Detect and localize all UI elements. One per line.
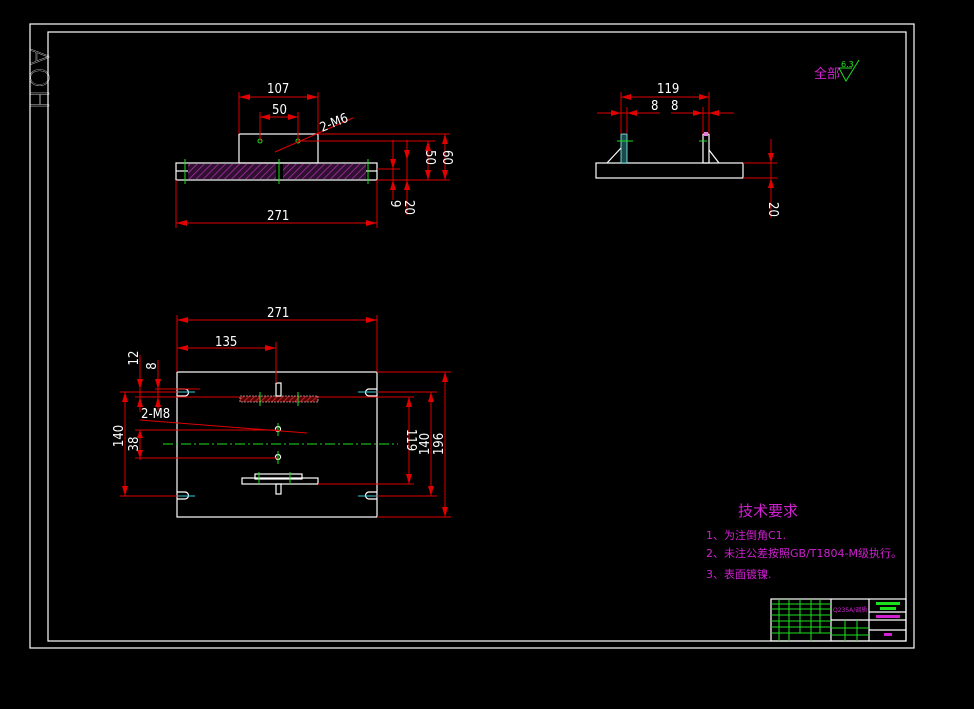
dim-271: 271 (267, 209, 289, 224)
roughness-prefix: 全部 (814, 66, 840, 82)
side-label: AOH (23, 48, 53, 111)
plan-view: 271 135 140 12 8 2-M8 38 119 140 196 (112, 306, 451, 518)
dim-8-left: 8 (651, 99, 658, 114)
dim-107: 107 (267, 82, 289, 97)
plan-dim-196: 196 (432, 433, 447, 455)
material: Q235A/调质 (833, 606, 867, 614)
dim-8-right: 8 (671, 99, 678, 114)
dim-20: 20 (401, 200, 416, 215)
plan-dim-140-right: 140 (418, 433, 433, 455)
tech-req-item: 1、为注倒角C1. (706, 528, 786, 542)
tech-req-item: 3、表面镀镍. (706, 567, 772, 581)
plan-dim-38: 38 (127, 437, 142, 452)
dim-50: 50 (272, 103, 287, 118)
plan-dim-135: 135 (215, 335, 237, 350)
cad-drawing: AOH 107 50 2-M6 9 20 50 60 271 119 8 8 2… (23, 23, 915, 649)
dim-20-side: 20 (765, 202, 780, 217)
plan-dim-12: 12 (127, 351, 142, 366)
thread-m8: 2-M8 (141, 407, 170, 422)
tech-req-item: 2、未注公差按照GB/T1804-M级执行。 (706, 546, 902, 560)
thread-m6: 2-M6 (318, 111, 351, 136)
plan-dim-8: 8 (145, 362, 160, 369)
plan-dim-119: 119 (403, 429, 418, 451)
tech-req-title: 技术要求 (738, 502, 798, 520)
dim-9: 9 (387, 200, 402, 207)
side-view: 119 8 8 20 (595, 82, 780, 218)
title-block: Q235A/调质 (770, 598, 907, 642)
dim-60: 60 (439, 150, 454, 165)
front-view: 107 50 2-M6 9 20 50 60 271 (175, 82, 454, 228)
dim-119: 119 (657, 82, 679, 97)
plan-dim-140-left: 140 (112, 425, 127, 447)
dim-50v: 50 (422, 150, 437, 165)
plan-dim-271: 271 (267, 306, 289, 321)
